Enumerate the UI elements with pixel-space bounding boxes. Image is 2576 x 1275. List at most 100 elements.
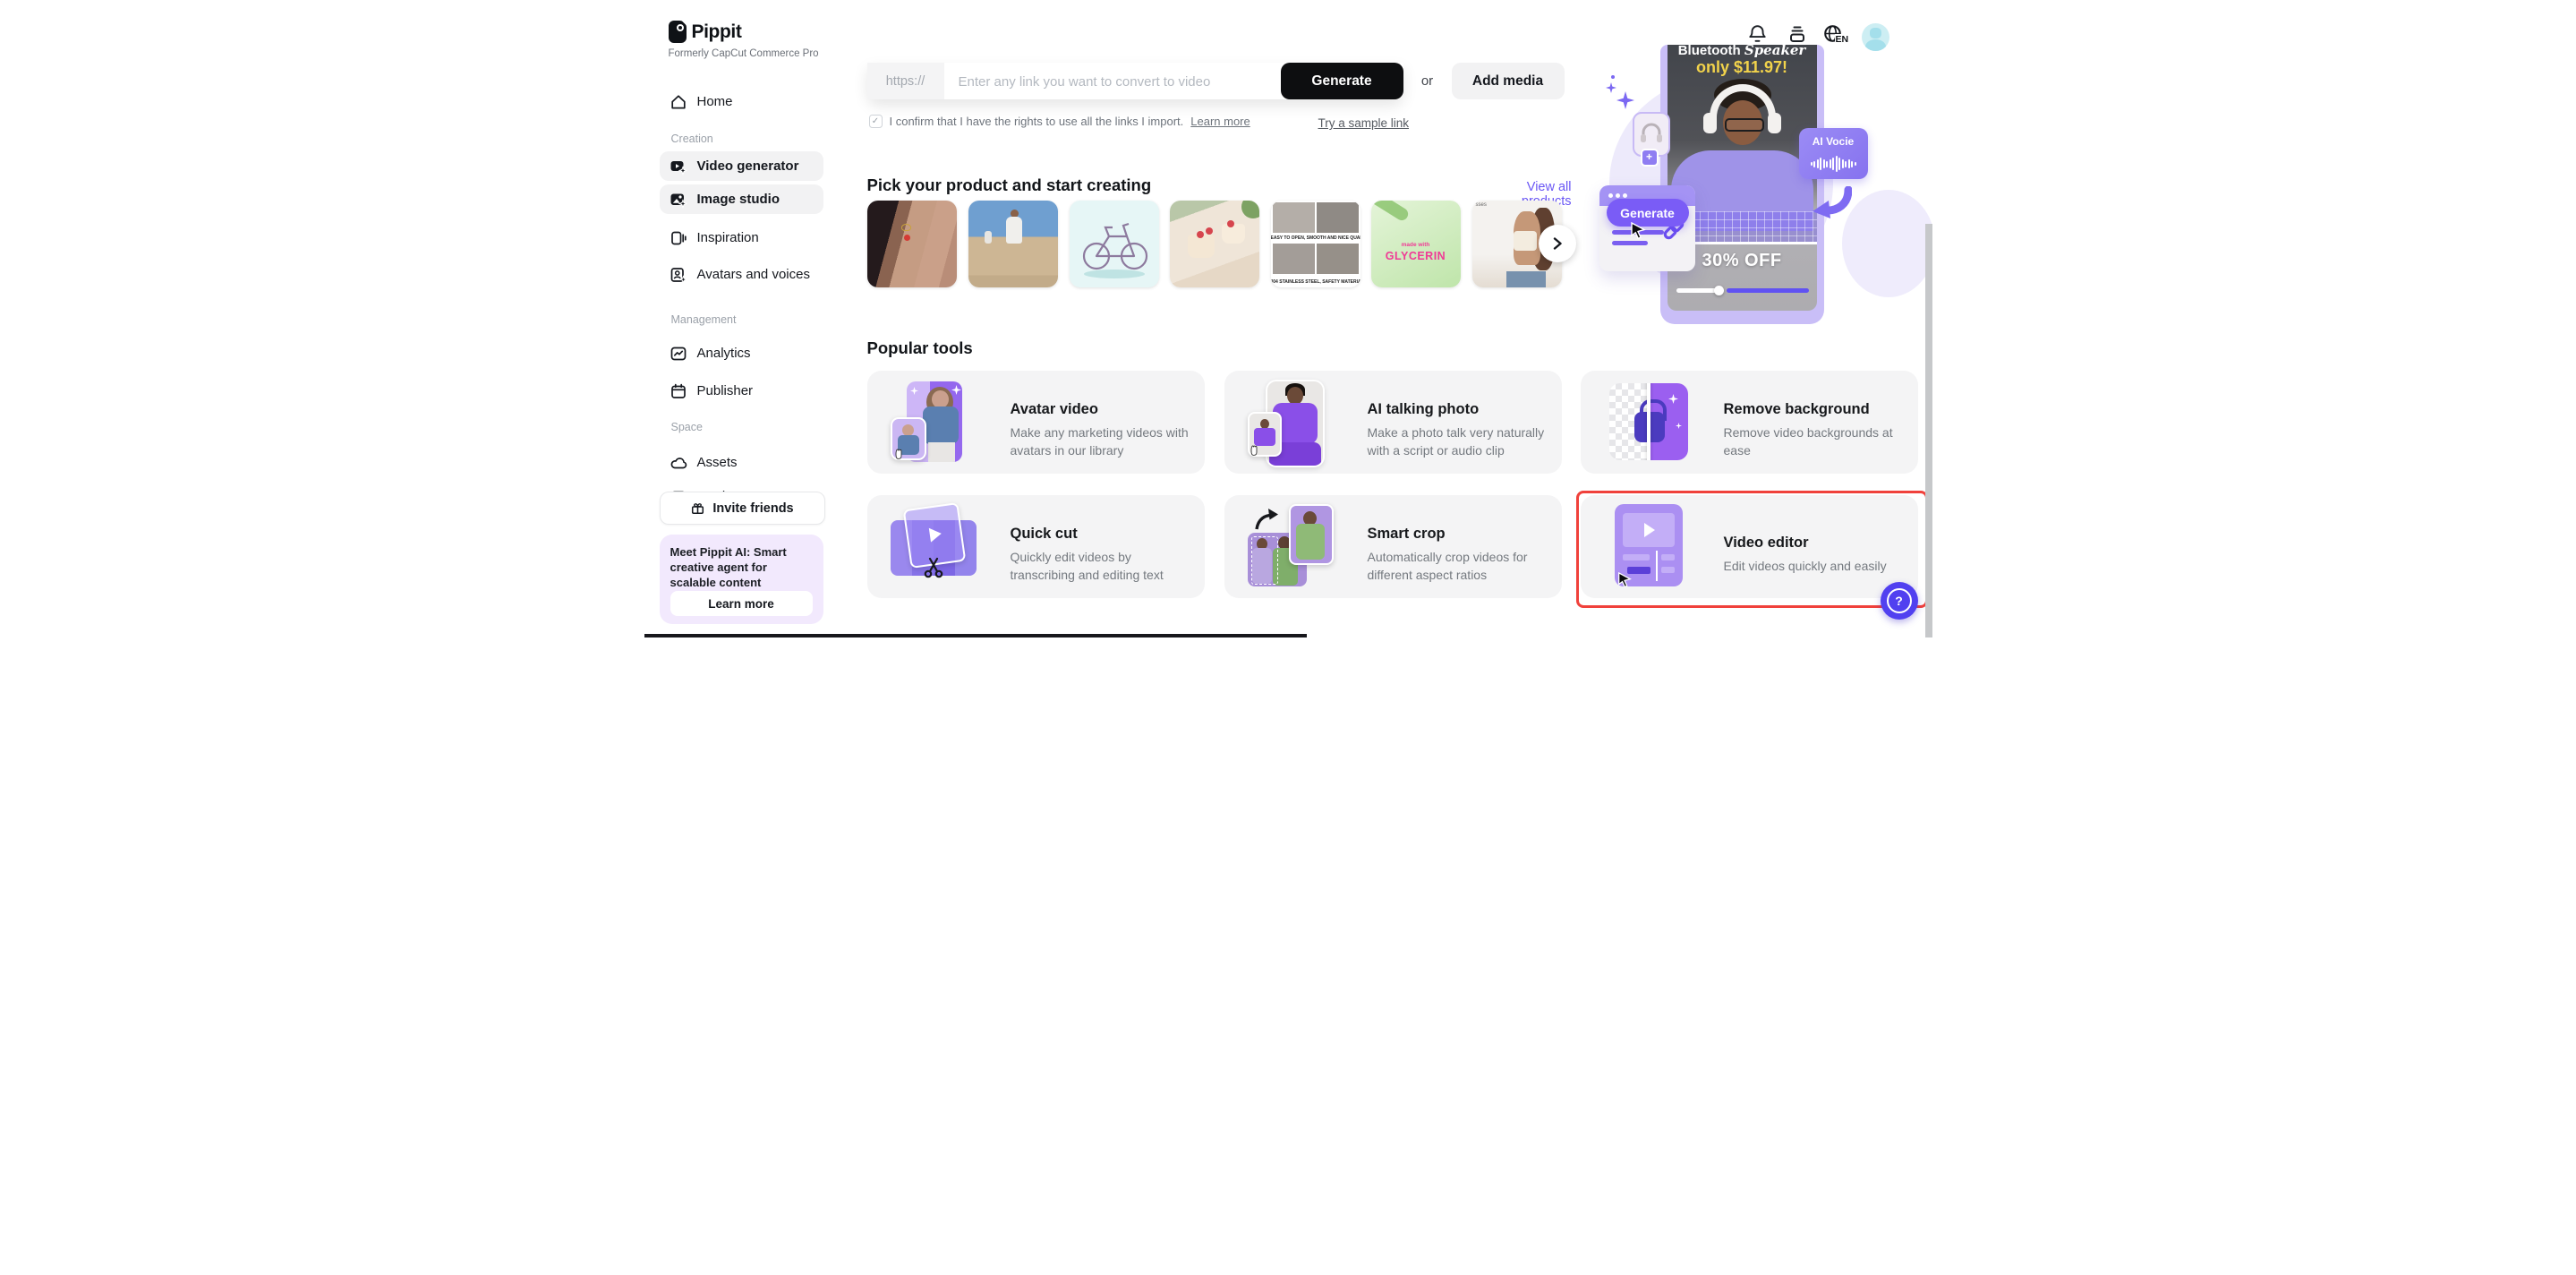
app-tagline: Formerly CapCut Commerce Pro: [669, 48, 819, 59]
sidebar-item-video-generator[interactable]: Video generator: [660, 151, 823, 181]
product-thumbnail-dessert-mugs[interactable]: [1170, 201, 1259, 287]
gift-icon: [690, 501, 705, 516]
sidebar-item-inspiration[interactable]: Inspiration: [660, 223, 823, 252]
waveform-icon: [1799, 155, 1868, 173]
tool-card-video-editor[interactable]: Video editor Edit videos quickly and eas…: [1581, 495, 1918, 598]
promo-text: Meet Pippit AI: Smart creative agent for…: [670, 544, 813, 590]
assets-icon: [670, 454, 687, 472]
sparkle-dot: [1611, 75, 1615, 79]
consent-text: I confirm that I have the rights to use …: [890, 115, 1184, 128]
invite-friends-button[interactable]: Invite friends: [660, 492, 825, 525]
quick-cut-illustration: [891, 504, 989, 589]
pippit-home-page: Pippit Formerly CapCut Commerce Pro Home…: [644, 0, 1932, 638]
glycerin-caption-top: made with: [1371, 242, 1461, 248]
banner-generate-button: Generate: [1607, 199, 1689, 227]
sidebar-item-label: Assets: [697, 455, 738, 470]
inspiration-icon: [670, 229, 687, 247]
sidebar-item-home[interactable]: Home: [660, 87, 823, 116]
tool-title: Quick cut: [1011, 526, 1078, 543]
window-edge-strip: [644, 634, 1307, 638]
add-media-button[interactable]: Add media: [1452, 63, 1565, 99]
tool-desc: Remove video backgrounds at ease: [1724, 424, 1907, 459]
sidebar-item-publisher[interactable]: Publisher: [660, 376, 823, 406]
scissors-icon: [923, 556, 944, 579]
smart-crop-illustration: [1248, 504, 1346, 589]
sidebar-item-image-studio[interactable]: Image studio: [660, 184, 823, 214]
add-product-badge: +: [1641, 149, 1659, 167]
thumbnails-next-button[interactable]: [1539, 225, 1576, 262]
product-thumbnail-steel-tumbler[interactable]: EASY TO OPEN, SMOOTH AND NICE QUALITY 30…: [1271, 201, 1361, 287]
tool-title: Remove background: [1724, 401, 1870, 418]
publisher-icon: [670, 382, 687, 400]
pippit-ai-promo-card: Meet Pippit AI: Smart creative agent for…: [660, 535, 823, 624]
app-name: Pippit: [692, 21, 742, 43]
link-input[interactable]: [957, 63, 1274, 101]
tool-desc: Make any marketing videos with avatars i…: [1011, 424, 1194, 459]
tool-title: Avatar video: [1011, 401, 1098, 418]
consent-checkbox[interactable]: ✓: [869, 115, 883, 128]
glycerin-caption: GLYCERIN: [1371, 250, 1461, 262]
video-editor-illustration: [1604, 504, 1702, 589]
protocol-prefix: https://: [867, 63, 944, 99]
product-thumbnail-bicycle[interactable]: [1070, 201, 1159, 287]
section-label-creation: Creation: [671, 133, 713, 145]
sidebar-item-label: Home: [697, 94, 733, 109]
tool-card-smart-crop[interactable]: Smart crop Automatically crop videos for…: [1224, 495, 1562, 598]
tool-title: Video editor: [1724, 535, 1809, 552]
ai-talking-photo-illustration: [1248, 380, 1346, 465]
user-avatar[interactable]: [1862, 23, 1889, 51]
sidebar-item-label: Publisher: [697, 383, 754, 398]
promo-learn-more-button[interactable]: Learn more: [670, 591, 813, 616]
share-arrow-icon: [1253, 506, 1280, 531]
sparkle-icon-large: [1616, 91, 1634, 109]
question-mark-icon: ?: [1887, 588, 1912, 613]
avatar-video-illustration: [891, 380, 989, 465]
sidebar-item-analytics[interactable]: Analytics: [660, 338, 823, 368]
headphone-cup-left: [1703, 113, 1717, 133]
sidebar-item-label: Video generator: [697, 158, 799, 174]
consent-learn-more-link[interactable]: Learn more: [1190, 115, 1250, 128]
tumbler-caption-top: EASY TO OPEN, SMOOTH AND NICE QUALITY: [1271, 234, 1361, 243]
tools-heading: Popular tools: [867, 338, 973, 358]
grab-cursor-icon: [1248, 444, 1260, 457]
model-caption-fragment: sses: [1476, 202, 1487, 208]
headphones-icon: [1636, 117, 1667, 148]
progress-knob[interactable]: [1714, 286, 1724, 295]
notifications-bell-icon[interactable]: [1747, 23, 1768, 45]
product-thumbnail-beach-video[interactable]: [968, 201, 1058, 287]
product-thumbnail-cherry-earring[interactable]: [867, 201, 957, 287]
sample-link[interactable]: Try a sample link: [1318, 116, 1410, 130]
video-generator-icon: [670, 158, 687, 175]
tool-desc: Quickly edit videos by transcribing and …: [1011, 549, 1194, 584]
tool-card-remove-background[interactable]: Remove background Remove video backgroun…: [1581, 371, 1918, 474]
progress-track: [1676, 288, 1719, 293]
home-icon: [670, 93, 687, 111]
banner-phone-mockup: Bluetooth Speaker only $11.97! 30% OFF: [1660, 45, 1824, 324]
or-separator: or: [1412, 63, 1444, 99]
curved-arrow-icon: [1811, 186, 1852, 222]
model-glasses: [1725, 118, 1764, 132]
pippit-logo-icon: [669, 21, 687, 43]
tool-card-ai-talking-photo[interactable]: AI talking photo Make a photo talk very …: [1224, 371, 1562, 474]
grab-cursor-icon: [892, 448, 905, 460]
product-thumbnail-glycerin[interactable]: made with GLYCERIN: [1371, 201, 1461, 287]
tool-desc: Automatically crop videos for different …: [1368, 549, 1551, 584]
products-heading: Pick your product and start creating: [867, 175, 1152, 195]
chevron-right-icon: [1551, 237, 1564, 250]
tool-card-quick-cut[interactable]: Quick cut Quickly edit videos by transcr…: [867, 495, 1205, 598]
bicycle-illustration: [1070, 201, 1159, 287]
app-logo[interactable]: Pippit: [669, 21, 742, 43]
help-button[interactable]: ?: [1881, 582, 1918, 620]
sidebar-item-avatars-voices[interactable]: Avatars and voices: [660, 260, 823, 289]
page-scrollbar[interactable]: [1925, 224, 1932, 638]
sidebar-item-assets[interactable]: Assets: [660, 448, 823, 477]
ai-voice-chip: AI Vocie: [1799, 128, 1868, 179]
banner-background-blob-right: [1842, 190, 1932, 297]
tool-title: Smart crop: [1368, 526, 1446, 543]
generate-button[interactable]: Generate: [1281, 63, 1403, 99]
tool-title: AI talking photo: [1368, 401, 1480, 418]
ai-voice-label: AI Vocie: [1799, 135, 1868, 148]
orders-stack-icon[interactable]: [1787, 25, 1807, 44]
tool-card-avatar-video[interactable]: Avatar video Make any marketing videos w…: [867, 371, 1205, 474]
link-import-bar: https:// Generate: [867, 63, 1403, 99]
